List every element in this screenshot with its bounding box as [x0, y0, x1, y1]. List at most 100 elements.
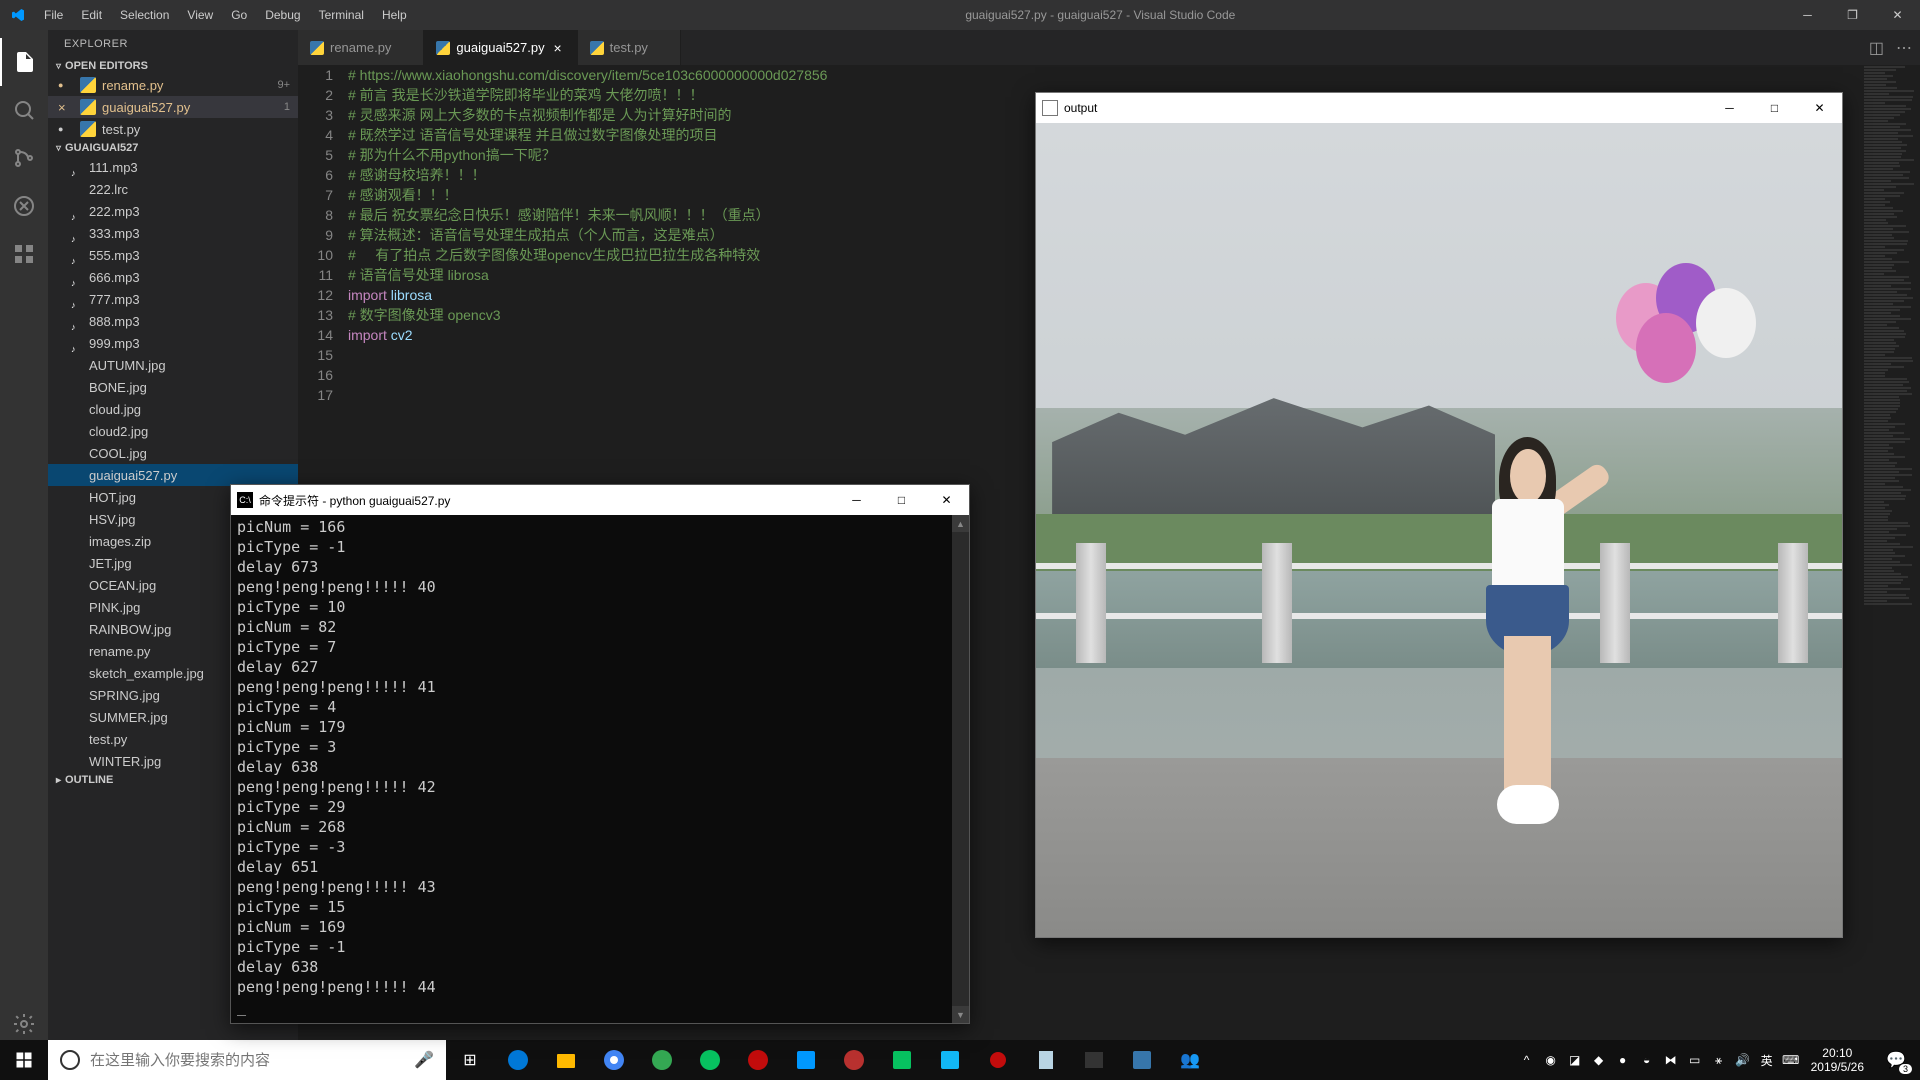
- search-icon[interactable]: [0, 86, 48, 134]
- cmd-window[interactable]: C:\ 命令提示符 - python guaiguai527.py ─ □ ✕ …: [230, 484, 970, 1024]
- menu-selection[interactable]: Selection: [111, 4, 178, 26]
- taskbar-cmd[interactable]: [1070, 1040, 1118, 1080]
- menu-go[interactable]: Go: [222, 4, 256, 26]
- open-editors-label: OPEN EDITORS: [65, 60, 148, 72]
- taskbar-vscode[interactable]: [782, 1040, 830, 1080]
- file-name: 888.mp3: [89, 314, 140, 329]
- file-tree-item[interactable]: 333.mp3: [48, 222, 298, 244]
- file-tree-item[interactable]: AUTUMN.jpg: [48, 354, 298, 376]
- file-tree-item[interactable]: 111.mp3: [48, 156, 298, 178]
- scm-icon[interactable]: [0, 134, 48, 182]
- vscode-icon: [0, 7, 35, 23]
- tray-battery-icon[interactable]: ▭: [1683, 1040, 1707, 1080]
- editor-tab[interactable]: test.py: [578, 30, 681, 65]
- output-window[interactable]: output ─ □ ✕: [1035, 92, 1843, 938]
- maximize-button[interactable]: ❐: [1830, 0, 1875, 30]
- open-editor-item[interactable]: ●rename.py9+: [48, 74, 298, 96]
- file-name: test.py: [102, 122, 140, 137]
- cmd-titlebar[interactable]: C:\ 命令提示符 - python guaiguai527.py ─ □ ✕: [231, 485, 969, 515]
- output-titlebar[interactable]: output ─ □ ✕: [1036, 93, 1842, 123]
- extensions-icon[interactable]: [0, 230, 48, 278]
- tray-chrome-icon[interactable]: ●: [1611, 1040, 1635, 1080]
- close-button[interactable]: ✕: [1875, 0, 1920, 30]
- notification-icon[interactable]: 💬3: [1872, 1040, 1920, 1080]
- open-editor-item[interactable]: ●test.py: [48, 118, 298, 140]
- file-name: 111.mp3: [89, 160, 138, 175]
- file-tree-item[interactable]: 777.mp3: [48, 288, 298, 310]
- taskbar-python[interactable]: [1118, 1040, 1166, 1080]
- menu-edit[interactable]: Edit: [72, 4, 111, 26]
- editor-tab[interactable]: guaiguai527.py×: [424, 30, 577, 65]
- open-editors-header[interactable]: ▿OPEN EDITORS: [48, 58, 298, 74]
- file-tree-item[interactable]: guaiguai527.py: [48, 464, 298, 486]
- taskbar-wechat[interactable]: [686, 1040, 734, 1080]
- explorer-icon[interactable]: [0, 38, 48, 86]
- menu-file[interactable]: File: [35, 4, 72, 26]
- cmd-output[interactable]: picNum = 166 picType = -1 delay 673 peng…: [231, 515, 969, 1023]
- taskbar-edge[interactable]: [494, 1040, 542, 1080]
- close-icon[interactable]: ×: [58, 100, 66, 115]
- file-tree-item[interactable]: COOL.jpg: [48, 442, 298, 464]
- search-box[interactable]: 🎤: [48, 1040, 446, 1080]
- task-view-icon[interactable]: ⊞: [446, 1040, 494, 1080]
- menu-terminal[interactable]: Terminal: [310, 4, 373, 26]
- taskbar-notepad[interactable]: [1022, 1040, 1070, 1080]
- cmd-maximize[interactable]: □: [879, 485, 924, 515]
- output-close[interactable]: ✕: [1797, 93, 1842, 123]
- taskbar-app3[interactable]: [926, 1040, 974, 1080]
- menu-debug[interactable]: Debug: [256, 4, 309, 26]
- file-tree-item[interactable]: 888.mp3: [48, 310, 298, 332]
- file-tree-item[interactable]: BONE.jpg: [48, 376, 298, 398]
- tray-wifi-icon[interactable]: ⚹: [1707, 1040, 1731, 1080]
- open-editor-item[interactable]: ×guaiguai527.py1: [48, 96, 298, 118]
- taskbar-netease[interactable]: [734, 1040, 782, 1080]
- taskbar-record[interactable]: [974, 1040, 1022, 1080]
- output-minimize[interactable]: ─: [1707, 93, 1752, 123]
- file-tree-item[interactable]: 222.mp3: [48, 200, 298, 222]
- search-input[interactable]: [90, 1052, 414, 1069]
- tray-keyboard-icon[interactable]: ⌨: [1779, 1040, 1803, 1080]
- tray-chevron-icon[interactable]: ^: [1515, 1040, 1539, 1080]
- scroll-down-icon[interactable]: ▼: [952, 1006, 969, 1023]
- taskbar-app1[interactable]: [830, 1040, 878, 1080]
- menu-bar: File Edit Selection View Go Debug Termin…: [35, 4, 416, 26]
- tray-ime-icon[interactable]: 英: [1755, 1040, 1779, 1080]
- file-tree-item[interactable]: cloud2.jpg: [48, 420, 298, 442]
- menu-help[interactable]: Help: [373, 4, 416, 26]
- tray-volume-icon[interactable]: 🔊: [1731, 1040, 1755, 1080]
- tray-steam-icon[interactable]: ◉: [1539, 1040, 1563, 1080]
- more-icon[interactable]: ⋯: [1896, 38, 1912, 58]
- file-tree-item[interactable]: 999.mp3: [48, 332, 298, 354]
- cmd-close[interactable]: ✕: [924, 485, 969, 515]
- file-tree-item[interactable]: 666.mp3: [48, 266, 298, 288]
- tray-app2-icon[interactable]: ◆: [1587, 1040, 1611, 1080]
- folder-label: GUAIGUAI527: [65, 142, 138, 154]
- editor-tabs: rename.pyguaiguai527.py×test.py ◫ ⋯: [298, 30, 1920, 65]
- taskbar-clock[interactable]: 20:10 2019/5/26: [1803, 1046, 1872, 1074]
- file-tree-item[interactable]: 555.mp3: [48, 244, 298, 266]
- taskbar-chrome[interactable]: [590, 1040, 638, 1080]
- cmd-scrollbar[interactable]: ▲ ▼: [952, 515, 969, 1023]
- debug-icon[interactable]: [0, 182, 48, 230]
- mic-icon[interactable]: 🎤: [414, 1050, 434, 1070]
- taskbar-people[interactable]: 👥: [1166, 1040, 1214, 1080]
- taskbar-app2[interactable]: [878, 1040, 926, 1080]
- folder-header[interactable]: ▿GUAIGUAI527: [48, 140, 298, 156]
- close-icon[interactable]: ×: [551, 41, 565, 55]
- minimap[interactable]: [1860, 65, 1920, 1048]
- start-button[interactable]: [0, 1040, 48, 1080]
- output-maximize[interactable]: □: [1752, 93, 1797, 123]
- taskbar-explorer[interactable]: [542, 1040, 590, 1080]
- file-tree-item[interactable]: 222.lrc: [48, 178, 298, 200]
- editor-tab[interactable]: rename.py: [298, 30, 424, 65]
- tray-wechat-icon[interactable]: ◒: [1635, 1040, 1659, 1080]
- menu-view[interactable]: View: [178, 4, 222, 26]
- tray-app-icon[interactable]: ◪: [1563, 1040, 1587, 1080]
- split-editor-icon[interactable]: ◫: [1869, 38, 1884, 58]
- cmd-minimize[interactable]: ─: [834, 485, 879, 515]
- minimize-button[interactable]: ─: [1785, 0, 1830, 30]
- file-tree-item[interactable]: cloud.jpg: [48, 398, 298, 420]
- scroll-up-icon[interactable]: ▲: [952, 515, 969, 532]
- tray-bt-icon[interactable]: ⧓: [1659, 1040, 1683, 1080]
- taskbar-chrome2[interactable]: [638, 1040, 686, 1080]
